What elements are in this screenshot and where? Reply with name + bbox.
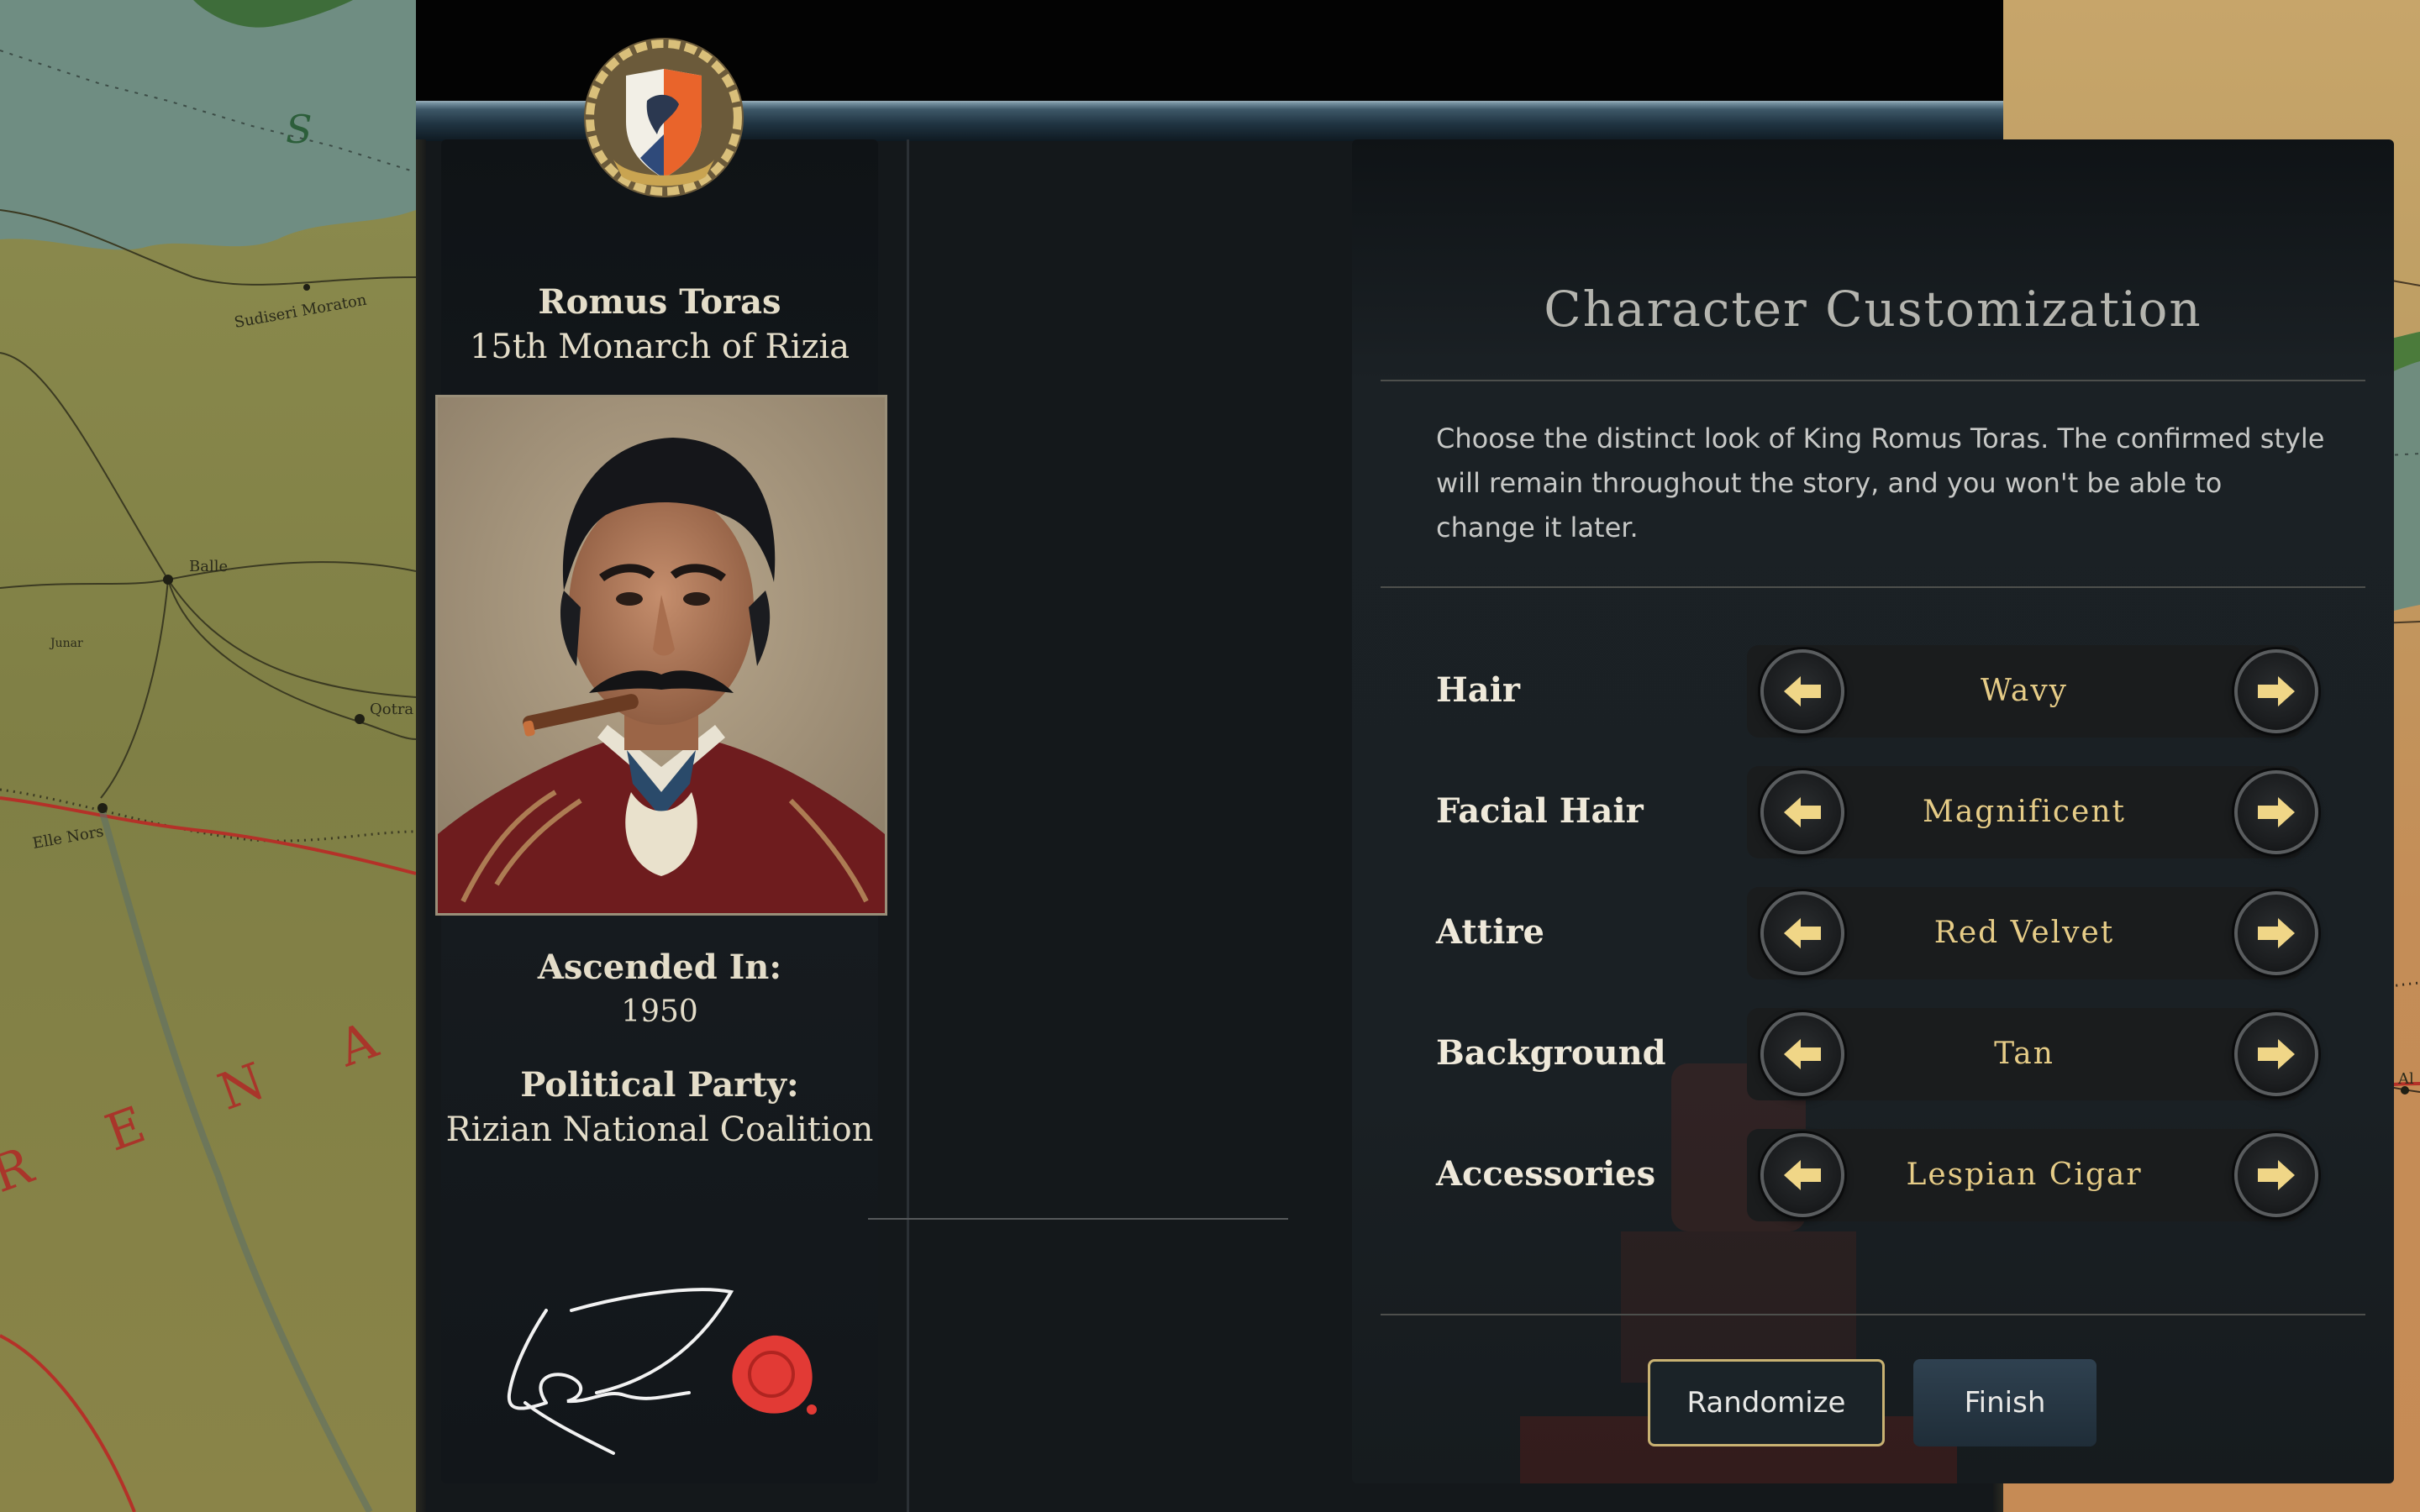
political-party-label: Political Party: xyxy=(520,1065,799,1105)
facial-hair-previous-button[interactable] xyxy=(1760,770,1844,854)
ascended-label: Ascended In: xyxy=(537,948,782,987)
option-label: Attire xyxy=(1436,912,1545,952)
background-previous-button[interactable] xyxy=(1760,1012,1844,1096)
option-label: Background xyxy=(1436,1033,1666,1073)
option-value: Tan xyxy=(1994,1037,2054,1071)
arrow-right-icon xyxy=(2258,1039,2295,1069)
wax-seal-icon xyxy=(732,1335,817,1415)
arrow-left-icon xyxy=(1784,1039,1821,1069)
political-party-value: Rizian National Coalition xyxy=(445,1110,874,1149)
royal-crest-icon xyxy=(584,38,744,197)
arrow-left-icon xyxy=(1784,1160,1821,1190)
description-divider xyxy=(1381,586,2365,588)
option-value: Lespian Cigar xyxy=(1906,1158,2143,1192)
finish-button[interactable]: Finish xyxy=(1913,1359,2096,1446)
panel-divider xyxy=(907,139,909,1512)
character-title: 15th Monarch of Rizia xyxy=(469,328,850,366)
attire-next-button[interactable] xyxy=(2234,891,2318,975)
map-background-left: S Sudiseri Moraton Balle Junar Qotra Ell… xyxy=(0,0,416,1512)
arrow-right-icon xyxy=(2258,797,2295,827)
arrow-right-icon xyxy=(2258,1160,2295,1190)
accessories-previous-button[interactable] xyxy=(1760,1133,1844,1217)
profile-divider xyxy=(868,1218,1288,1220)
facial-hair-next-button[interactable] xyxy=(2234,770,2318,854)
arrow-right-icon xyxy=(2258,676,2295,706)
option-label: Hair xyxy=(1436,670,1520,710)
arrow-right-icon xyxy=(2258,918,2295,948)
svg-text:Balle: Balle xyxy=(189,558,228,575)
background-next-button[interactable] xyxy=(2234,1012,2318,1096)
character-name: Romus Toras xyxy=(538,282,781,322)
customization-panel: Character Customization Choose the disti… xyxy=(1352,139,2394,1483)
option-value: Red Velvet xyxy=(1933,916,2115,950)
svg-text:Al: Al xyxy=(2397,1070,2414,1088)
accessories-next-button[interactable] xyxy=(2234,1133,2318,1217)
option-value: Magnificent xyxy=(1922,795,2127,829)
panel-title: Character Customization xyxy=(1544,281,2202,338)
arrow-left-icon xyxy=(1784,676,1821,706)
signature-icon xyxy=(507,1288,734,1455)
ascended-value: 1950 xyxy=(621,995,698,1029)
customization-description: Choose the distinct look of King Romus T… xyxy=(1436,423,2325,543)
svg-text:Qotra: Qotra xyxy=(370,701,413,718)
arrow-left-icon xyxy=(1784,918,1821,948)
option-label: Accessories xyxy=(1436,1154,1656,1194)
svg-text:Junar: Junar xyxy=(49,637,83,650)
title-divider xyxy=(1381,380,2365,381)
attire-previous-button[interactable] xyxy=(1760,891,1844,975)
frame-edge-left xyxy=(416,139,426,1512)
monarch-portrait xyxy=(435,395,887,916)
option-value: Wavy xyxy=(1980,674,2068,708)
hair-previous-button[interactable] xyxy=(1760,649,1844,733)
hair-next-button[interactable] xyxy=(2234,649,2318,733)
svg-text:S: S xyxy=(286,107,313,152)
option-label: Facial Hair xyxy=(1436,791,1644,831)
arrow-left-icon xyxy=(1784,797,1821,827)
randomize-button[interactable]: Randomize xyxy=(1648,1359,1885,1446)
buttons-divider xyxy=(1381,1314,2365,1315)
